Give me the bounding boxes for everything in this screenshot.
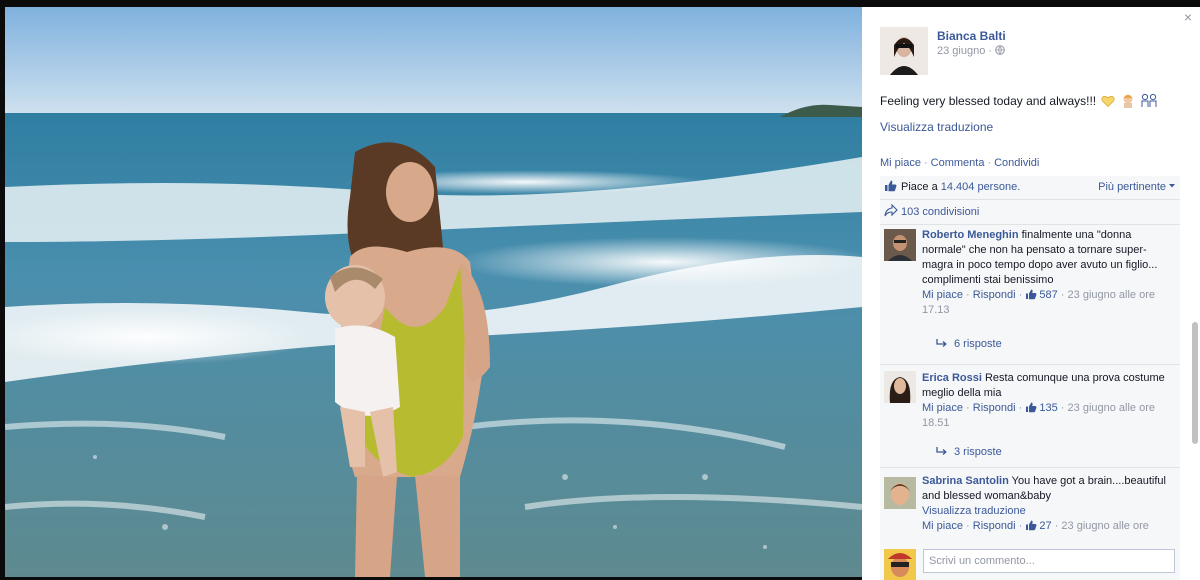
meta-separator: · <box>1054 520 1059 532</box>
share-button[interactable]: Condividi <box>994 157 1039 169</box>
likes-prefix: Piace a <box>901 181 941 193</box>
feedback-panel: Piace a 14.404 persone. Più pertinente 1… <box>880 176 1180 580</box>
post-date: 23 giugno · <box>937 45 1005 57</box>
commenter-avatar-image <box>884 477 916 509</box>
meta-separator: · <box>966 402 970 414</box>
date-separator: · <box>988 45 993 57</box>
meta-separator: · <box>1018 289 1023 301</box>
author-name[interactable]: Bianca Balti <box>937 29 1006 43</box>
post-message-text: Feeling very blessed today and always!!! <box>880 94 1097 108</box>
like-thumb-icon <box>1026 289 1037 300</box>
replies-count: 6 risposte <box>954 338 1002 350</box>
commenter-avatar[interactable] <box>884 477 916 509</box>
comment-like-button[interactable]: Mi piace <box>922 289 963 301</box>
commenter-avatar[interactable] <box>884 371 916 403</box>
comment-reply-button[interactable]: Rispondi <box>973 289 1016 301</box>
comment-meta: Mi piace · Rispondi · 587 · 23 giugno al… <box>922 288 1172 318</box>
sort-dropdown[interactable]: Più pertinente <box>1098 181 1176 193</box>
post-photo <box>5 7 862 577</box>
comment-meta: Mi piace · Rispondi · 135 · 23 giugno al… <box>922 401 1172 431</box>
view-replies-link[interactable]: 3 risposte <box>936 446 1002 458</box>
commenter-name[interactable]: Erica Rossi <box>922 372 982 384</box>
comment-like-button[interactable]: Mi piace <box>922 520 963 532</box>
chevron-down-icon <box>1169 184 1175 188</box>
comment-likes-count[interactable]: 135 <box>1039 402 1057 414</box>
comment-button[interactable]: Commenta <box>931 157 985 169</box>
comment-item: Sabrina Santolin You have got a brain...… <box>880 468 1180 546</box>
commenter-avatar[interactable] <box>884 229 916 261</box>
baby-icon <box>1123 94 1133 108</box>
comment-translate-link[interactable]: Visualizza traduzione <box>922 504 1172 519</box>
close-icon[interactable]: × <box>1184 9 1192 25</box>
commenter-avatar-image <box>884 371 916 403</box>
view-replies-link[interactable]: 6 risposte <box>936 338 1002 350</box>
comment-reply-button[interactable]: Rispondi <box>973 520 1016 532</box>
meta-separator: · <box>1018 402 1023 414</box>
commenter-name[interactable]: Sabrina Santolin <box>922 475 1009 487</box>
comment-body: Sabrina Santolin You have got a brain...… <box>922 474 1172 534</box>
comment-reply-button[interactable]: Rispondi <box>973 402 1016 414</box>
likes-text: Piace a 14.404 persone. <box>901 181 1020 193</box>
post-sidebar: × Bianca Balti 23 giugno · Feeling very … <box>862 7 1200 580</box>
comment-translate-text: Visualizza traduzione <box>922 505 1026 517</box>
scrollbar-thumb[interactable] <box>1192 322 1198 444</box>
heart-icon <box>1101 96 1116 108</box>
share-arrow-icon <box>884 204 898 217</box>
shares-summary: 103 condivisioni <box>880 200 1180 225</box>
meta-separator: · <box>966 289 970 301</box>
likes-count-link[interactable]: 14.404 persone. <box>941 181 1021 193</box>
commenter-name[interactable]: Roberto Meneghin <box>922 229 1019 241</box>
sort-label: Più pertinente <box>1098 181 1166 193</box>
action-separator: · <box>987 157 992 169</box>
shares-link[interactable]: 103 condivisioni <box>901 206 979 218</box>
like-thumb-icon <box>1026 520 1037 531</box>
commenter-avatar-image <box>884 229 916 261</box>
action-separator: · <box>923 157 928 169</box>
likes-summary: Piace a 14.404 persone. Più pertinente <box>880 176 1180 200</box>
meta-separator: · <box>1060 402 1065 414</box>
comment-body: Erica Rossi Resta comunque una prova cos… <box>922 371 1172 431</box>
globe-icon[interactable] <box>995 45 1005 55</box>
reply-arrow-icon <box>936 339 947 347</box>
replies-count: 3 risposte <box>954 446 1002 458</box>
author-avatar-image <box>880 27 928 75</box>
post-actions: Mi piace · Commenta · Condividi <box>880 157 1039 169</box>
meta-separator: · <box>966 520 970 532</box>
reply-arrow-icon <box>936 447 947 455</box>
comment-body: Roberto Meneghin finalmente una "donna n… <box>922 228 1172 318</box>
comment-like-button[interactable]: Mi piace <box>922 402 963 414</box>
comment-input[interactable] <box>923 549 1175 573</box>
like-button[interactable]: Mi piace <box>880 157 921 169</box>
viewer-avatar <box>884 549 916 580</box>
comment-likes-count[interactable]: 587 <box>1039 289 1057 301</box>
viewer-avatar-image <box>884 549 916 580</box>
comment-timestamp[interactable]: 23 giugno alle ore <box>1061 520 1148 532</box>
author-avatar[interactable] <box>880 27 928 75</box>
post-date-text[interactable]: 23 giugno <box>937 45 985 57</box>
meta-separator: · <box>1060 289 1065 301</box>
like-thumb-icon <box>885 180 897 192</box>
like-thumb-icon <box>1026 402 1037 413</box>
family-icon <box>1141 93 1157 107</box>
meta-separator: · <box>1018 520 1023 532</box>
post-message: Feeling very blessed today and always!!! <box>880 93 1158 108</box>
comment-meta: Mi piace · Rispondi · 27 · 23 giugno all… <box>922 519 1172 534</box>
comment-item: Erica Rossi Resta comunque una prova cos… <box>880 365 1180 465</box>
beach-photo-image <box>5 7 862 577</box>
comment-item: Roberto Meneghin finalmente una "donna n… <box>880 228 1180 363</box>
comment-likes-count[interactable]: 27 <box>1039 520 1051 532</box>
translate-link[interactable]: Visualizza traduzione <box>880 120 993 134</box>
